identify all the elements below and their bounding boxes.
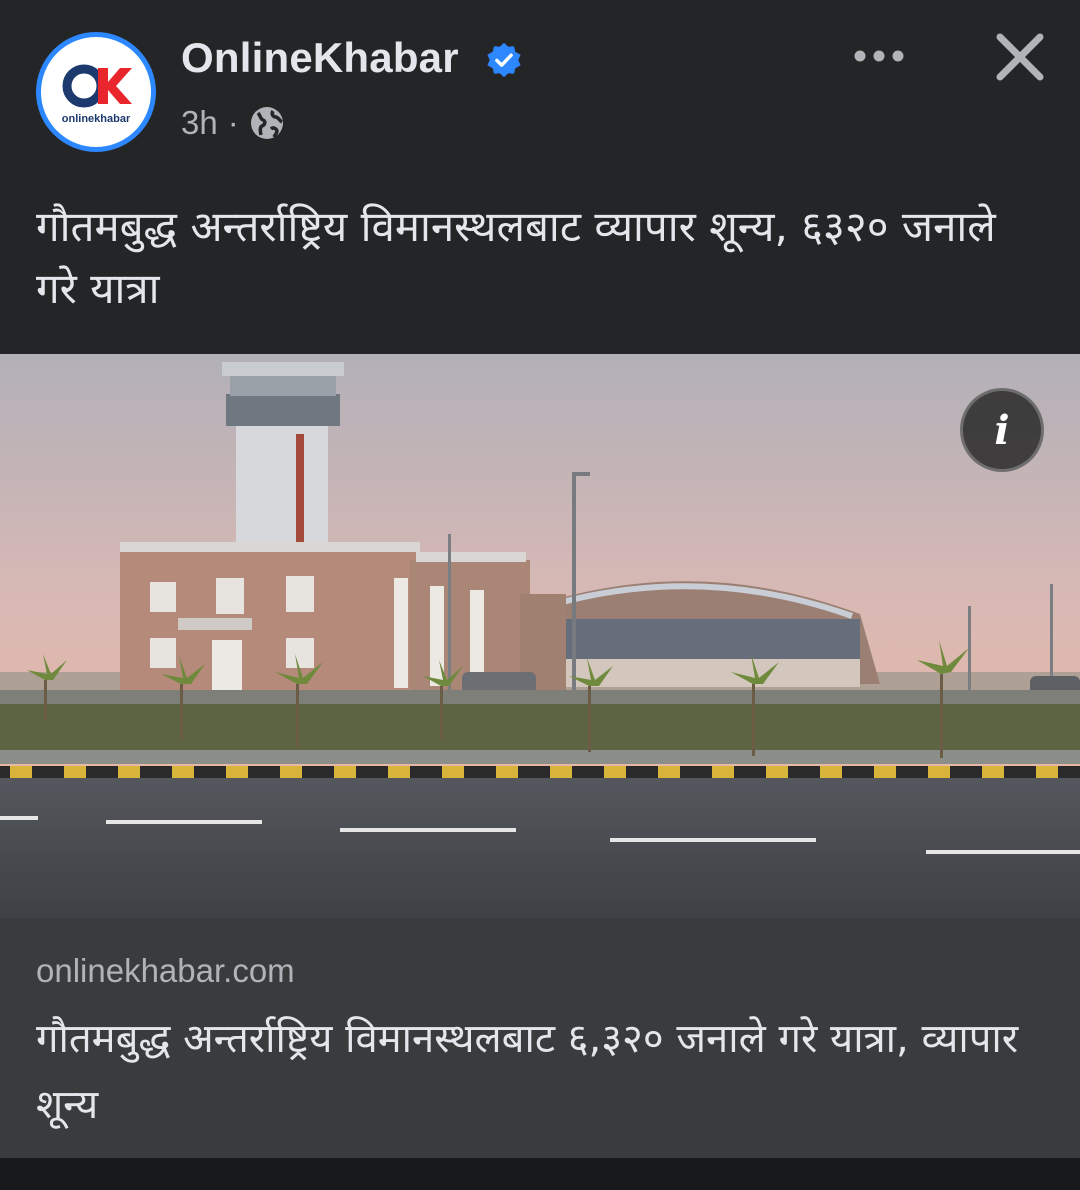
page-name[interactable]: OnlineKhabar <box>181 34 459 82</box>
logo-subtext: onlinekhabar <box>62 113 131 125</box>
link-preview-image[interactable] <box>0 354 1080 918</box>
link-preview-card[interactable]: i onlinekhabar.com गौतमबुद्ध अन्तर्राष्ट… <box>0 354 1080 1158</box>
close-icon[interactable] <box>990 27 1050 87</box>
link-domain: onlinekhabar.com <box>36 952 295 989</box>
page-avatar[interactable]: onlinekhabar <box>36 32 156 152</box>
link-preview-meta[interactable]: onlinekhabar.com गौतमबुद्ध अन्तर्राष्ट्र… <box>0 918 1080 1158</box>
link-title: गौतमबुद्ध अन्तर्राष्ट्रिय विमानस्थलबाट ६… <box>36 1016 1019 1128</box>
post-text: गौतमबुद्ध अन्तर्राष्ट्रिय विमानस्थलबाट व… <box>36 202 996 313</box>
post-header: onlinekhabar OnlineKhabar 3h · <box>0 0 1080 180</box>
onlinekhabar-logo: onlinekhabar <box>62 64 132 125</box>
info-button[interactable]: i <box>960 388 1044 472</box>
info-icon: i <box>994 406 1010 454</box>
post-time[interactable]: 3h <box>181 104 218 142</box>
verified-badge-icon <box>487 42 521 78</box>
post-meta: 3h · <box>181 104 285 142</box>
globe-icon <box>250 107 283 139</box>
meta-separator: · <box>227 104 239 141</box>
feed-separator <box>0 1158 1080 1190</box>
more-options-icon[interactable] <box>848 36 910 76</box>
airport-photo <box>0 354 1080 918</box>
